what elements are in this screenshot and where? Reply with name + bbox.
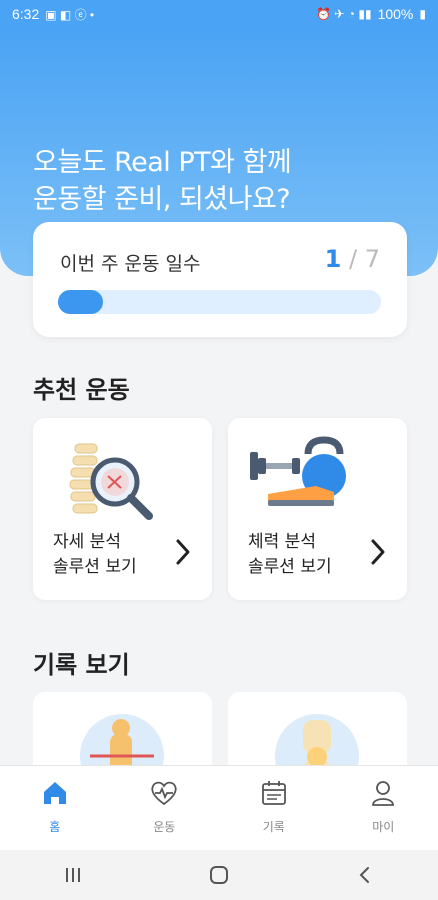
signal-icons: ⏰ ✈ ◔ ▮▮ [316, 7, 372, 21]
battery-level: 100% [377, 6, 414, 22]
nav-my[interactable]: 마이 [329, 766, 438, 850]
dumbbell-kettlebell-icon [250, 436, 346, 506]
calendar-icon [261, 781, 286, 805]
system-navigation-bar [0, 850, 438, 900]
nav-home[interactable]: 홈 [0, 766, 110, 850]
weekly-done: 1 [324, 245, 342, 273]
spine-magnifier-icon [69, 443, 153, 520]
posture-analysis-card[interactable]: 자세 분석 솔루션 보기 [33, 418, 212, 600]
weekly-progress-fill [58, 290, 104, 314]
nav-my-label: 마이 [372, 820, 395, 834]
fitness-analysis-card[interactable]: 체력 분석 솔루션 보기 [228, 418, 407, 600]
weekly-progress-card: 이번 주 운동 일수 1 / 7 [33, 222, 407, 337]
chevron-right-icon [371, 539, 385, 565]
nav-exercise[interactable]: 운동 [110, 766, 220, 850]
battery-icon: ▮ [419, 7, 426, 21]
back-chevron-icon [359, 867, 369, 883]
nav-home-label: 홈 [49, 820, 61, 834]
hero-title-line1: 오늘도 Real PT와 함께 [33, 147, 292, 178]
hero-title: 오늘도 Real PT와 함께 운동할 준비, 되셨나요? [33, 144, 292, 218]
fitness-card-line2: 솔루션 보기 [248, 557, 332, 577]
weekly-progress-bar [58, 290, 381, 314]
home-button[interactable] [199, 860, 239, 890]
fitness-card-label: 체력 분석 솔루션 보기 [248, 530, 332, 580]
bottom-navigation: 홈 운동 기록 마이 [0, 765, 438, 850]
user-icon [372, 781, 395, 806]
posture-card-label: 자세 분석 솔루션 보기 [53, 530, 137, 580]
heart-pulse-icon [151, 781, 177, 806]
posture-card-line1: 자세 분석 [53, 532, 121, 552]
recent-apps-button[interactable] [53, 860, 93, 890]
posture-card-line2: 솔루션 보기 [53, 557, 137, 577]
hero-title-line2: 운동할 준비, 되셨나요? [33, 184, 291, 215]
recommend-section-title: 추천 운동 [33, 376, 130, 404]
weekly-label: 이번 주 운동 일수 [60, 253, 201, 275]
status-bar: 6:32 ▣ ◧ ⓔ • ⏰ ✈ ◔ ▮▮ 100% ▮ [0, 0, 438, 28]
back-button[interactable] [345, 860, 385, 890]
notification-icons: ▣ ◧ ⓔ • [45, 7, 95, 22]
nav-records-label: 기록 [262, 820, 285, 834]
status-time: 6:32 [12, 6, 40, 22]
recent-apps-icon [66, 868, 80, 882]
chevron-right-icon [176, 539, 190, 565]
weekly-count: 1 / 7 [325, 245, 380, 273]
weekly-total: / 7 [349, 245, 380, 273]
home-circle-icon [210, 866, 228, 884]
home-icon [43, 782, 66, 804]
records-section-title: 기록 보기 [33, 651, 130, 679]
nav-exercise-label: 운동 [153, 820, 176, 834]
nav-records[interactable]: 기록 [219, 766, 329, 850]
fitness-card-line1: 체력 분석 [248, 532, 316, 552]
